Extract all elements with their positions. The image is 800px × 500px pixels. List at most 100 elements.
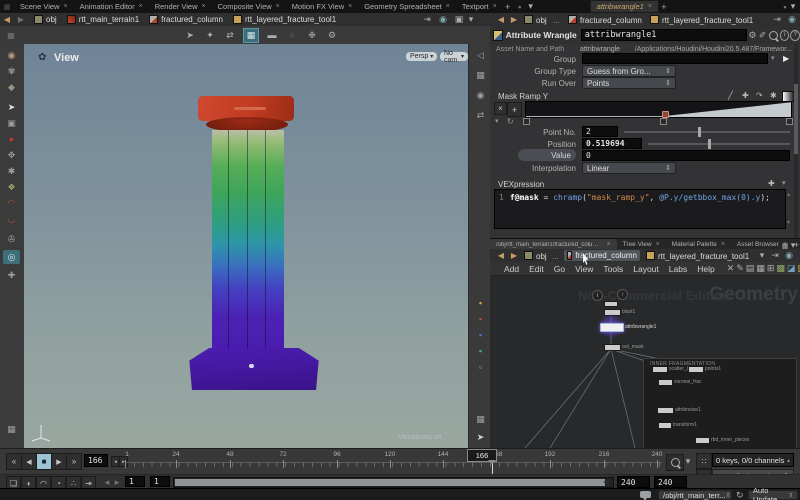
back-icon[interactable]: ◀ <box>0 13 14 26</box>
network-node[interactable] <box>688 366 704 373</box>
slider-handle[interactable] <box>698 127 701 137</box>
network-node[interactable] <box>652 366 668 373</box>
link-views-icon[interactable]: ⇄ <box>472 108 489 122</box>
select-mode-icon[interactable]: ➤ <box>183 29 197 42</box>
close-icon[interactable]: × <box>276 3 280 10</box>
menu-layout[interactable]: Layout <box>633 264 659 274</box>
ramp-handle[interactable] <box>786 118 793 125</box>
close-icon[interactable]: × <box>63 3 67 10</box>
network-node-selected[interactable] <box>600 323 624 332</box>
node-name-field[interactable] <box>581 29 748 41</box>
view-tool-icon[interactable]: ◉ <box>3 48 20 62</box>
magnifier-icon[interactable] <box>768 29 779 42</box>
viewport[interactable]: ✿ View Persp▾ No cam▾ Visualizers on <box>24 44 468 448</box>
recook-icon[interactable]: ↻ <box>736 490 744 500</box>
ramp-handle[interactable] <box>660 118 667 125</box>
select-star-icon[interactable]: ✦ <box>203 29 217 42</box>
timeline-zoom-icon[interactable] <box>666 454 684 471</box>
network-node[interactable] <box>695 437 710 444</box>
path-fractured-column[interactable]: fractured_column <box>580 16 642 25</box>
ragdoll-b-tool-icon[interactable]: ◡ <box>3 212 20 226</box>
scrollbar-thumb[interactable] <box>794 84 798 154</box>
network-node[interactable] <box>657 407 674 414</box>
persp-selector[interactable]: Persp▾ <box>406 52 437 61</box>
ramp-gear-icon[interactable]: ✱ <box>770 91 777 100</box>
path-ellipsis[interactable]: ... <box>553 16 560 25</box>
new-tab-icon[interactable]: + <box>503 0 513 13</box>
menu-go[interactable]: Go <box>554 264 565 274</box>
rotate-tool-icon[interactable]: ✱ <box>3 164 20 178</box>
context-dropdown[interactable]: /obj/rtt_main_terr...⇕ <box>658 490 732 500</box>
range-start-field[interactable] <box>125 476 145 487</box>
close-icon[interactable]: × <box>348 3 352 10</box>
go-to-start-button[interactable]: « <box>6 453 22 470</box>
help-icon[interactable]: ? <box>790 30 800 41</box>
network-canvas[interactable]: Geometry Non-Commercial Edition INNER FR… <box>490 276 800 448</box>
network-node[interactable] <box>604 301 618 307</box>
render-region-icon[interactable]: ○ <box>285 29 299 42</box>
close-icon[interactable]: × <box>721 241 725 248</box>
snapshot-icon[interactable]: ▦ <box>243 28 259 43</box>
node-flag-badge-icon[interactable]: ↑ <box>617 289 628 300</box>
menu-tools[interactable]: Tools <box>603 264 623 274</box>
flipbook-icon[interactable]: ▬ <box>265 29 279 42</box>
terrain-tool-icon[interactable]: ◆ <box>3 80 20 94</box>
group-dropdown-icon[interactable]: ▾ <box>771 54 775 62</box>
update-mode-dropdown[interactable]: Auto Update⇕ <box>748 490 798 500</box>
chevron-down-icon[interactable]: ▾ <box>684 455 692 468</box>
current-frame-field[interactable] <box>84 454 108 467</box>
range-end2-field[interactable] <box>654 476 687 488</box>
position-slider[interactable] <box>648 143 790 145</box>
range-slider-end-handle[interactable] <box>603 479 609 485</box>
timeline-ruler[interactable]: 1 24 48 72 96 120 144 168 192 216 240 16… <box>125 449 662 475</box>
network-node[interactable] <box>658 422 672 429</box>
split-icon[interactable]: ▪ <box>513 0 527 13</box>
network-node[interactable] <box>604 344 621 351</box>
back-icon[interactable]: ◀ <box>494 13 508 26</box>
brush-icon[interactable]: ✐ <box>758 29 768 42</box>
pin-icon[interactable]: ⇥ <box>768 249 782 262</box>
ramp-curve-icon[interactable]: ↷ <box>756 91 763 100</box>
path-rtt-layered-fracture-tool1[interactable]: rtt_layered_fracture_tool1 <box>662 16 753 25</box>
collapse-pane-icon[interactable]: ◁ <box>472 48 489 62</box>
chevron-down-icon[interactable]: ▾ <box>758 249 766 262</box>
move-tool-icon[interactable]: ✥ <box>3 148 20 162</box>
material-icon[interactable]: ❉ <box>305 29 319 42</box>
path-obj[interactable]: obj <box>536 16 547 25</box>
gear-icon[interactable]: ⚙ <box>747 29 757 42</box>
net-grid-icon[interactable]: ▦ <box>756 262 765 275</box>
badge-gray-icon[interactable]: ▫ <box>472 360 489 374</box>
value-label-pill[interactable]: Value <box>518 149 576 161</box>
path-rtt-layered-fracture-tool1[interactable]: rtt_layered_fracture_tool1 <box>658 252 749 261</box>
ramp-collapse-icon[interactable]: ▾ <box>495 117 499 125</box>
net-display-icon[interactable]: ▩ <box>776 262 785 275</box>
path-rtt-main-terrain1[interactable]: rtt_main_terrain1 <box>79 15 139 24</box>
chevron-down-icon[interactable]: ▾ <box>789 0 797 13</box>
ramp-pencil-icon[interactable]: ╱ <box>728 91 733 100</box>
forward-icon[interactable]: ▶ <box>14 13 28 26</box>
run-over-dropdown[interactable]: Points⇕ <box>582 77 676 89</box>
close-icon[interactable]: × <box>648 3 652 10</box>
cook-indicator-icon[interactable]: ◉ <box>782 249 796 262</box>
paint-tool-icon[interactable]: ✇ <box>3 232 20 246</box>
path-fractured-column-highlight[interactable]: fractured_column <box>564 250 640 261</box>
snap-tool-icon[interactable]: ▦ <box>3 422 20 436</box>
tab-animation-editor[interactable]: Animation Editor× <box>74 0 149 13</box>
net-color-icon[interactable]: ◪ <box>787 262 796 275</box>
ramp-add-point-button[interactable]: + <box>507 102 522 117</box>
tab-scene-view[interactable]: Scene View× <box>14 0 74 13</box>
pin-icon[interactable]: ⇥ <box>420 13 434 26</box>
chevron-down-icon[interactable]: ▾ <box>527 0 535 13</box>
stop-button[interactable]: ■ <box>36 453 52 470</box>
pin-icon[interactable]: ⇥ <box>770 13 784 26</box>
point-no-field[interactable] <box>582 126 618 137</box>
linked-pane-icon[interactable]: ▣ <box>452 13 466 26</box>
path-rtt-layered-fracture-tool1[interactable]: rtt_layered_fracture_tool1 <box>245 15 336 24</box>
tab-attribwrangle1[interactable]: attribwrangle1× <box>590 0 659 13</box>
path-obj[interactable]: obj <box>46 15 57 24</box>
close-icon[interactable]: × <box>139 3 143 10</box>
info-icon[interactable]: i <box>780 30 790 41</box>
range-slider[interactable] <box>173 477 614 488</box>
path-fractured-column[interactable]: fractured_column <box>161 15 223 24</box>
range-end-field[interactable] <box>617 476 650 488</box>
